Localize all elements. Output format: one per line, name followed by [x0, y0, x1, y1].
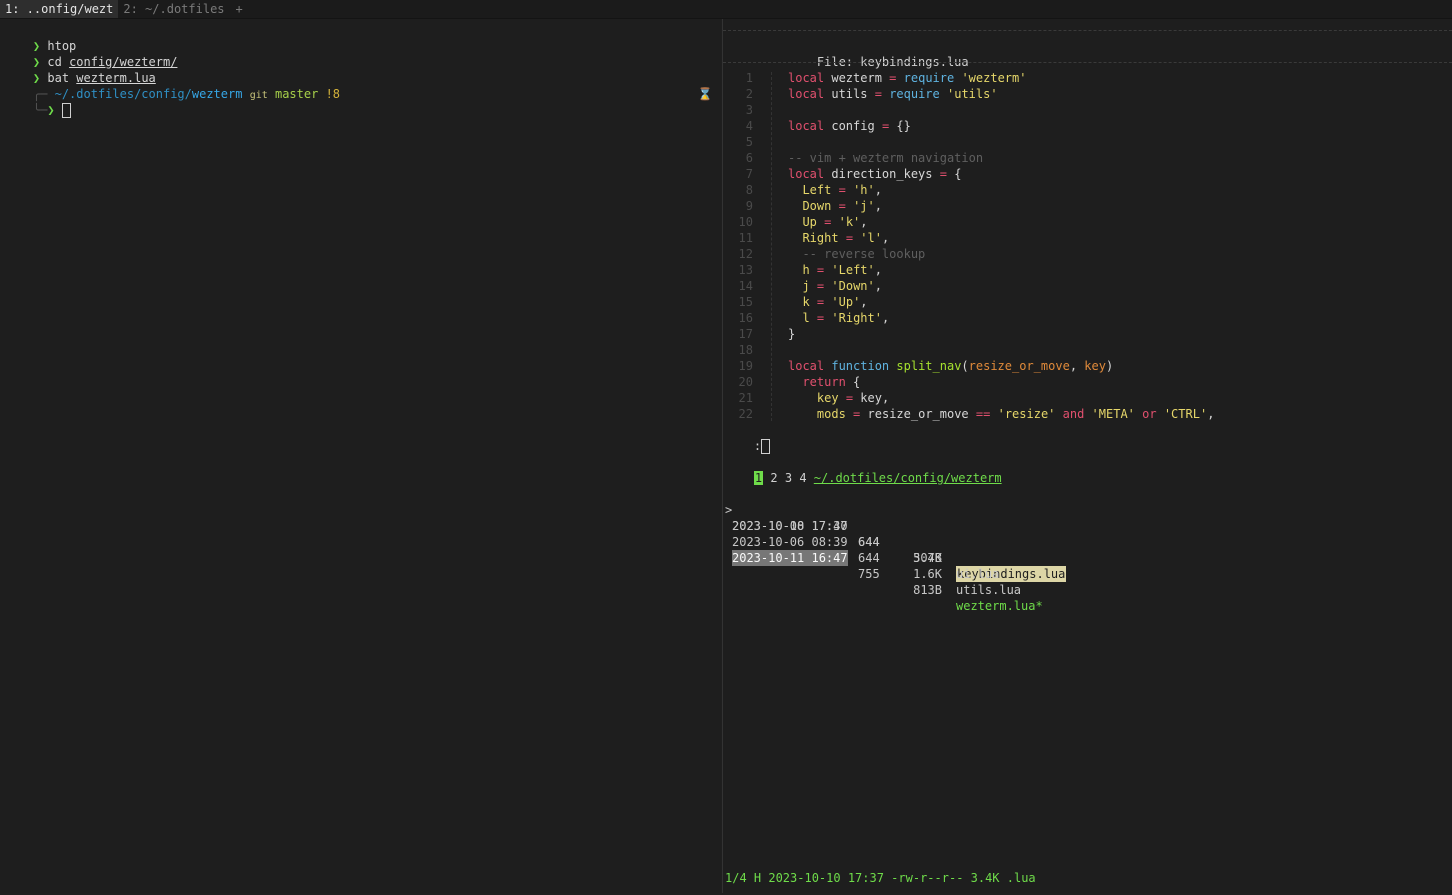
code-line: Up = 'k',: [802, 215, 868, 229]
code-line: }: [788, 327, 796, 341]
code-line: return {: [802, 375, 861, 389]
line-number: 18: [738, 343, 753, 357]
history-line: ❯ cd config/wezterm/: [4, 38, 178, 69]
line-number: 3: [745, 103, 753, 117]
fm-path[interactable]: ~/.dotfiles/config/wezterm: [814, 471, 1002, 485]
fm-tab-4[interactable]: 4: [799, 471, 806, 485]
prompt-status-line: ╭─ ~/.dotfiles/config/wezterm git master…: [4, 70, 340, 101]
line-number: 1: [745, 71, 753, 85]
line-number: 14: [738, 279, 753, 293]
line-number: 9: [745, 199, 753, 213]
prompt-tree-bottom: ╰─: [32, 103, 48, 117]
code-line: local direction_keys = {: [788, 167, 962, 181]
tab-bar: 1: ..onfig/wezt 2: ~/.dotfiles +: [0, 0, 1452, 19]
code-line: local utils = require 'utils': [788, 87, 998, 101]
git-status: !8: [325, 87, 341, 101]
code-line: j = 'Down',: [802, 279, 882, 293]
line-number: 6: [745, 151, 753, 165]
pager-prompt[interactable]: :: [725, 422, 771, 454]
code-line: h = 'Left',: [802, 263, 882, 277]
line-number: 16: [738, 311, 753, 325]
line-number: 19: [738, 359, 753, 373]
right-pane[interactable]: File: keybindings.lua 1 2 3 4 5 6 7 8 9 10 11 12 13 1…: [723, 19, 1452, 893]
fm-tab-3[interactable]: 3: [785, 471, 792, 485]
git-label: git: [249, 90, 268, 101]
line-number: 5: [745, 135, 753, 149]
line-number: 4: [745, 119, 753, 133]
prompt-arrow: ❯: [47, 103, 55, 117]
code-comment: -- vim + wezterm navigation: [788, 151, 984, 165]
file-row[interactable]: 2023-10-08 17:40 644 507B ui.lua: [723, 502, 999, 581]
fm-tab-2[interactable]: 2: [770, 471, 777, 485]
line-number: 12: [738, 247, 753, 261]
line-number: 8: [745, 183, 753, 197]
file-row[interactable]: 2023-10-11 16:47 755 813B wezterm.lua*: [723, 534, 1043, 613]
tab-2[interactable]: 2: ~/.dotfiles: [118, 0, 229, 18]
line-number: 21: [738, 391, 753, 405]
file-manager-status: 1/4 H 2023-10-10 17:37 -rw-r--r-- 3.4K .…: [725, 871, 1036, 885]
gutter-rule: [771, 72, 772, 421]
fm-tab-1[interactable]: 1: [753, 471, 764, 485]
code-line: mods = resize_or_move == 'resize' and 'M…: [816, 407, 1215, 421]
left-pane-shell[interactable]: ❯ htop ❯ cd config/wezterm/ ❯ bat wezter…: [0, 19, 749, 893]
line-number: 2: [745, 87, 753, 101]
file-header: File: keybindings.lua: [816, 55, 969, 69]
line-number: 13: [738, 263, 753, 277]
code-line: local wezterm = require 'wezterm': [788, 71, 1027, 85]
header-top-rule: [723, 30, 1452, 31]
file-row[interactable]: > 2023-10-10 17:37 644 3.4K keybindings.…: [723, 486, 1067, 582]
code-line: local config = {}: [788, 119, 911, 133]
current-prompt[interactable]: ╰─❯: [4, 86, 71, 118]
path-current: wezterm: [191, 87, 243, 101]
line-number: 15: [738, 295, 753, 309]
line-number: 7: [745, 167, 753, 181]
text-cursor: [761, 439, 771, 454]
new-tab-button[interactable]: +: [230, 0, 249, 18]
path-prefix: ~/.dotfiles/config/: [54, 87, 192, 101]
header-bottom-rule: [723, 62, 1452, 63]
tab-1[interactable]: 1: ..onfig/wezt: [0, 0, 119, 18]
code-line: local function split_nav(resize_or_move,…: [788, 359, 1114, 373]
history-line: ❯ htop: [4, 22, 76, 53]
code-line: Right = 'l',: [802, 231, 890, 245]
line-number: 20: [738, 375, 753, 389]
code-line: l = 'Right',: [802, 311, 890, 325]
line-number: 17: [738, 327, 753, 341]
code-line: Left = 'h',: [802, 183, 882, 197]
code-line: key = key,: [816, 391, 890, 405]
code-comment: -- reverse lookup: [802, 247, 926, 261]
git-branch: master: [274, 87, 319, 101]
line-number: 22: [738, 407, 753, 421]
history-line: ❯ bat wezterm.lua: [4, 54, 156, 85]
file-row[interactable]: 2023-10-06 08:39 644 1.6K utils.lua: [723, 518, 1021, 597]
hourglass-icon: ⌛: [697, 87, 713, 101]
file-manager-header: 1 2 3 4 ~/.dotfiles/config/wezterm: [725, 454, 1002, 485]
line-number: 10: [738, 215, 753, 229]
text-cursor: [61, 103, 71, 118]
line-number: 11: [738, 231, 753, 245]
code-line: Down = 'j',: [802, 199, 882, 213]
code-line: k = 'Up',: [802, 295, 868, 309]
